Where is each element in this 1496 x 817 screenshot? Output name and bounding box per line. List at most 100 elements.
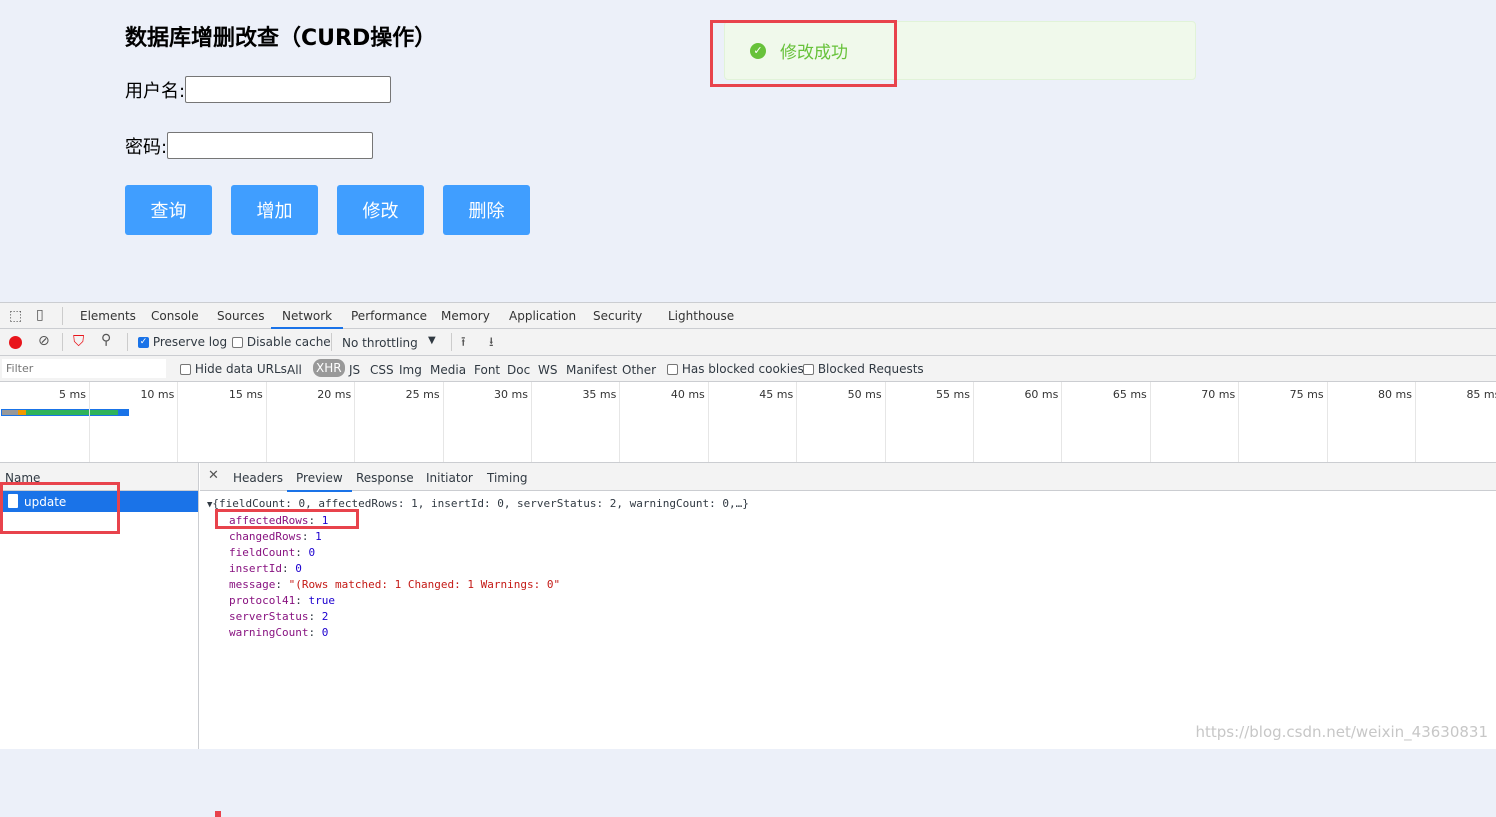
property-value: 0 bbox=[321, 626, 329, 639]
property-key: protocol41 bbox=[229, 594, 296, 607]
property-value: true bbox=[308, 594, 335, 607]
property-value: 2 bbox=[321, 610, 329, 623]
type-filter-other[interactable]: Other bbox=[622, 363, 656, 377]
property-key: warningCount bbox=[229, 626, 309, 639]
update-button[interactable]: 修改 bbox=[337, 185, 424, 235]
timeline-gridline bbox=[796, 382, 798, 462]
record-icon[interactable] bbox=[9, 336, 22, 349]
tab-security[interactable]: Security bbox=[593, 309, 642, 323]
timeline-tick-label: 55 ms bbox=[936, 388, 970, 401]
preserve-log-label: Preserve log bbox=[152, 335, 228, 349]
timeline-gridline bbox=[1149, 382, 1151, 462]
network-toolbar: ⊘ ⛉ ⚲ ✓ Preserve log Disable cache No th… bbox=[0, 329, 1496, 356]
timeline-gridline bbox=[1415, 382, 1416, 462]
tab-network[interactable]: Network bbox=[271, 309, 344, 329]
disable-cache-checkbox[interactable]: Disable cache bbox=[232, 335, 331, 349]
tab-application[interactable]: Application bbox=[509, 309, 576, 323]
highlight-box-toast bbox=[710, 20, 897, 87]
password-input[interactable] bbox=[167, 132, 374, 159]
timeline-gridline bbox=[89, 382, 90, 462]
divider bbox=[62, 307, 63, 325]
property-value: 1 bbox=[315, 530, 322, 543]
tab-sources[interactable]: Sources bbox=[217, 309, 264, 323]
inspect-element-icon[interactable]: ⬚ bbox=[9, 308, 22, 324]
property-separator: : bbox=[295, 594, 309, 607]
tab-response[interactable]: Response bbox=[356, 471, 414, 485]
type-filter-css[interactable]: CSS bbox=[370, 363, 394, 377]
tab-memory[interactable]: Memory bbox=[441, 309, 490, 323]
throttling-select[interactable]: No throttling bbox=[342, 336, 418, 350]
type-filter-all[interactable]: All bbox=[287, 363, 302, 377]
divider bbox=[451, 333, 452, 351]
app-page: 数据库增删改查（CURD操作） 用户名: 密码: 查询 增加 修改 删除 ✓ 修… bbox=[0, 0, 1496, 302]
type-filter-img[interactable]: Img bbox=[399, 363, 422, 377]
tab-preview[interactable]: Preview bbox=[287, 471, 352, 492]
has-blocked-cookies-checkbox[interactable]: Has blocked cookies bbox=[667, 362, 804, 376]
type-filter-xhr[interactable]: XHR bbox=[313, 359, 345, 377]
username-input[interactable] bbox=[185, 76, 392, 103]
type-filter-font[interactable]: Font bbox=[474, 363, 500, 377]
property-separator: : bbox=[275, 578, 289, 591]
tab-lighthouse[interactable]: Lighthouse bbox=[668, 309, 734, 323]
property-key: changedRows bbox=[229, 530, 302, 543]
preview-property: message: "(Rows matched: 1 Changed: 1 Wa… bbox=[229, 578, 560, 591]
timeline-tick-label: 60 ms bbox=[1024, 388, 1059, 401]
hide-data-urls-checkbox[interactable]: Hide data URLs bbox=[180, 362, 287, 376]
device-toolbar-icon[interactable]: ▯ bbox=[36, 307, 44, 323]
timeline-request-connect bbox=[18, 410, 26, 415]
timeline-tick-label: 20 ms bbox=[317, 388, 352, 401]
divider bbox=[62, 333, 63, 351]
timeline-request-stalled bbox=[2, 410, 18, 415]
preview-property: fieldCount: 0 bbox=[229, 546, 315, 559]
timeline-tick-label: 25 ms bbox=[405, 388, 440, 401]
timeline-overview[interactable]: 5 ms 10 ms 15 ms 20 ms 25 ms 30 ms 35 ms 40 ms 4… bbox=[0, 382, 1496, 463]
clear-icon[interactable]: ⊘ bbox=[38, 333, 50, 349]
type-filter-media[interactable]: Media bbox=[430, 363, 466, 377]
search-icon[interactable]: ⚲ bbox=[101, 332, 111, 348]
timeline-gridline bbox=[354, 382, 356, 462]
tab-initiator[interactable]: Initiator bbox=[426, 471, 473, 485]
filter-icon[interactable]: ⛉ bbox=[73, 332, 84, 350]
type-filter-doc[interactable]: Doc bbox=[507, 363, 530, 377]
tab-timing[interactable]: Timing bbox=[487, 471, 528, 485]
query-button[interactable]: 查询 bbox=[125, 185, 212, 235]
tab-performance[interactable]: Performance bbox=[351, 309, 427, 323]
import-har-icon[interactable]: ⭱ bbox=[461, 333, 466, 355]
property-key: message bbox=[229, 578, 276, 591]
request-detail: ✕ Headers Preview Response Initiator Tim… bbox=[200, 463, 1496, 817]
close-icon[interactable]: ✕ bbox=[208, 468, 219, 483]
property-key: insertId bbox=[229, 562, 282, 575]
timeline-tick-label: 80 ms bbox=[1378, 388, 1412, 401]
type-filter-manifest[interactable]: Manifest bbox=[566, 363, 617, 377]
devtools-panel: ⬚ ▯ Elements Console Sources Network Per… bbox=[0, 302, 1496, 817]
export-har-icon[interactable]: ⭳ bbox=[489, 333, 494, 355]
detail-tabbar: ✕ Headers Preview Response Initiator Tim… bbox=[200, 463, 1496, 492]
property-separator: : bbox=[308, 626, 322, 639]
delete-button[interactable]: 删除 bbox=[443, 185, 530, 235]
add-button[interactable]: 增加 bbox=[231, 185, 318, 235]
timeline-tick-label: 5 ms bbox=[59, 388, 86, 401]
property-separator: : bbox=[295, 546, 309, 559]
tab-console[interactable]: Console bbox=[151, 309, 199, 323]
tab-headers[interactable]: Headers bbox=[233, 471, 283, 485]
filter-input[interactable] bbox=[2, 359, 166, 378]
disable-cache-label: Disable cache bbox=[246, 335, 331, 349]
preserve-log-checkbox[interactable]: ✓ Preserve log bbox=[138, 335, 227, 349]
timeline-tick-label: 30 ms bbox=[494, 388, 528, 401]
username-label: 用户名: bbox=[125, 80, 186, 102]
highlight-box-request bbox=[0, 482, 120, 534]
timeline-gridline bbox=[1238, 382, 1240, 462]
tab-elements[interactable]: Elements bbox=[80, 309, 136, 323]
type-filter-js[interactable]: JS bbox=[349, 363, 360, 377]
page-title: 数据库增删改查（CURD操作） bbox=[125, 26, 437, 51]
timeline-gridline bbox=[707, 382, 709, 462]
timeline-gridline bbox=[442, 382, 444, 462]
blocked-requests-checkbox[interactable]: Blocked Requests bbox=[803, 362, 924, 376]
type-filter-ws[interactable]: WS bbox=[538, 363, 557, 377]
preview-property: warningCount: 0 bbox=[229, 626, 328, 639]
password-row: 密码: bbox=[125, 132, 374, 159]
timeline-gridline bbox=[884, 382, 886, 462]
timeline-tick-label: 70 ms bbox=[1201, 388, 1236, 401]
property-value: 0 bbox=[308, 546, 316, 559]
timeline-gridline bbox=[619, 382, 621, 462]
